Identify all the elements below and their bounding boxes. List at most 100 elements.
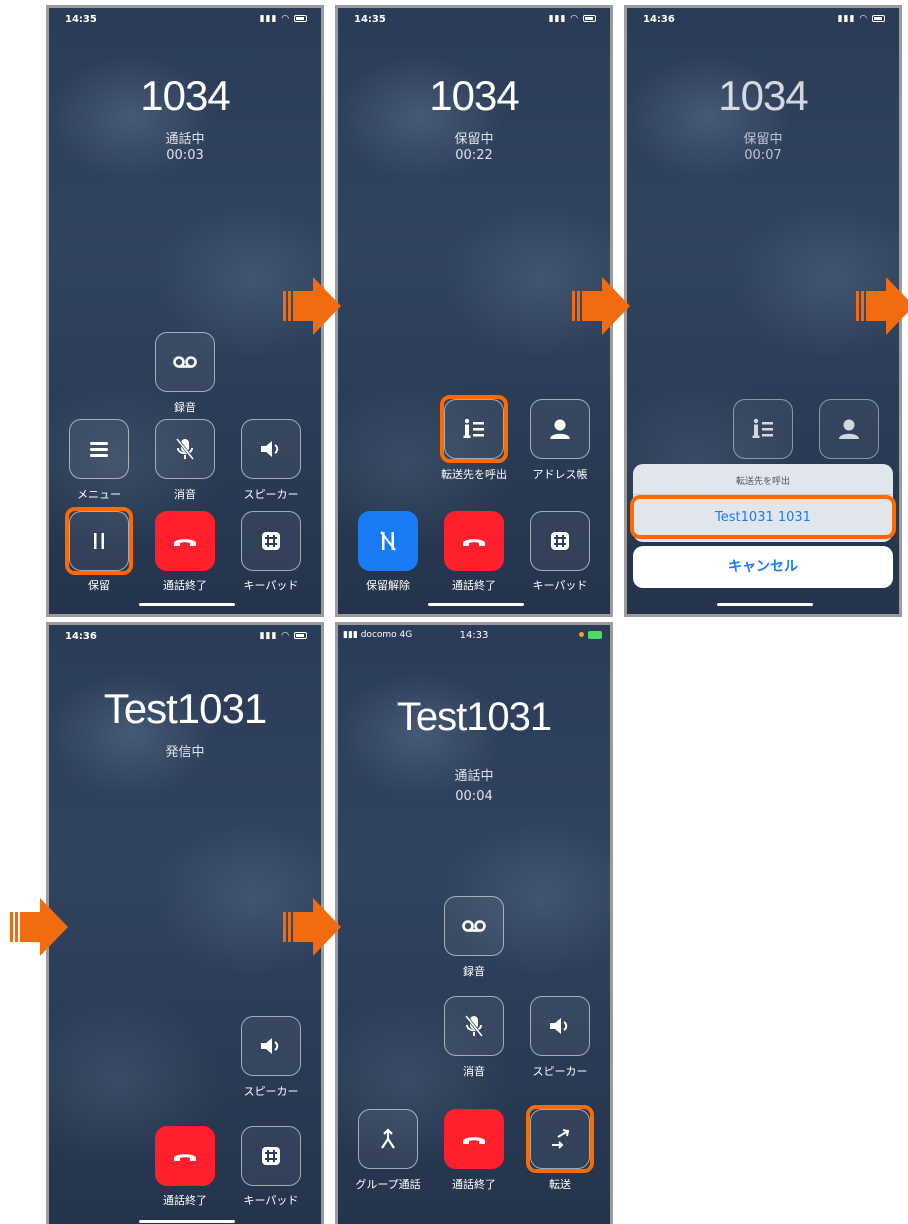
hang-up-icon: [460, 527, 488, 555]
keypad-label: キーパッド: [243, 1194, 299, 1207]
flow-arrow-icon: [572, 277, 630, 335]
battery-charging-icon: [579, 630, 602, 640]
status-time: 14:33: [459, 630, 489, 641]
menu-button[interactable]: [69, 419, 129, 479]
speaker-icon: [257, 435, 285, 463]
record-button[interactable]: [155, 332, 215, 392]
flow-arrow-icon: [283, 898, 341, 956]
mute-label: 消音: [174, 488, 196, 501]
end-call-button[interactable]: [155, 1126, 215, 1186]
record-label: 録音: [463, 965, 485, 978]
keypad-label: キーパッド: [532, 579, 588, 592]
call-timer: 00:22: [455, 148, 493, 163]
record-label: 録音: [174, 401, 196, 414]
callee-number: 1034: [718, 72, 808, 119]
highlight-hold: [65, 507, 133, 575]
merge-icon: [374, 1125, 402, 1153]
screen-connected: ▮▮▮ docomo 4G 14:33 Test1031 通話中 00:04 録…: [335, 622, 613, 1224]
end-call-label: 通話終了: [452, 1178, 496, 1191]
signal-wifi-battery-icon: ▮▮▮ ◠: [549, 14, 596, 24]
call-state: 発信中: [165, 745, 205, 760]
status-bar: 14:35 ▮▮▮ ◠: [338, 8, 610, 30]
status-bar: 14:36 ▮▮▮ ◠: [627, 8, 899, 30]
mute-button[interactable]: [444, 996, 504, 1056]
home-indicator[interactable]: [717, 603, 813, 606]
callee-name: Test1031: [396, 695, 552, 739]
record-button[interactable]: [444, 896, 504, 956]
menu-icon: [85, 435, 113, 463]
highlight-transfer-target: [440, 395, 508, 463]
address-book-label: アドレス帳: [532, 468, 588, 481]
keypad-icon: [257, 527, 285, 555]
status-time: 14:36: [65, 631, 97, 642]
flow-arrow-icon: [283, 277, 341, 335]
end-call-label: 通話終了: [163, 579, 207, 592]
home-indicator[interactable]: [428, 603, 524, 606]
signal-wifi-battery-icon: ▮▮▮ ◠: [260, 631, 307, 641]
highlight-transfer: [526, 1105, 594, 1173]
flow-arrow-icon: [856, 277, 908, 335]
hold-label: 保留: [88, 579, 110, 592]
contact-list-icon: [749, 415, 777, 443]
home-indicator[interactable]: [139, 1220, 235, 1223]
call-transfer-target-button: [733, 399, 793, 459]
call-timer: 00:04: [455, 789, 493, 804]
keypad-button[interactable]: [241, 1126, 301, 1186]
end-call-label: 通話終了: [163, 1194, 207, 1207]
signal-wifi-battery-icon: ▮▮▮ ◠: [838, 14, 885, 24]
keypad-icon: [546, 527, 574, 555]
call-state: 保留中: [454, 132, 494, 147]
group-call-button[interactable]: [358, 1109, 418, 1169]
callee-number: 1034: [140, 72, 230, 119]
speaker-icon: [257, 1032, 285, 1060]
signal-wifi-battery-icon: ▮▮▮ ◠: [260, 14, 307, 24]
call-state: 通話中: [165, 132, 205, 147]
hang-up-icon: [171, 527, 199, 555]
status-time: 14:35: [65, 14, 97, 25]
group-call-label: グループ通話: [355, 1178, 421, 1191]
transfer-label: 転送: [549, 1178, 571, 1191]
mute-label: 消音: [463, 1065, 485, 1078]
mute-button[interactable]: [155, 419, 215, 479]
speaker-label: スピーカー: [243, 1085, 299, 1098]
keypad-label: キーパッド: [243, 579, 299, 592]
unhold-button[interactable]: [358, 511, 418, 571]
call-state: 通話中: [454, 769, 494, 784]
speaker-label: スピーカー: [243, 488, 299, 501]
menu-label: メニュー: [77, 488, 121, 501]
callee-number: 1034: [429, 72, 519, 119]
speaker-button[interactable]: [241, 1016, 301, 1076]
call-transfer-target-label: 転送先を呼出: [441, 468, 507, 481]
speaker-label: スピーカー: [532, 1065, 588, 1078]
person-icon: [546, 415, 574, 443]
speaker-button[interactable]: [241, 419, 301, 479]
cancel-button[interactable]: キャンセル: [633, 546, 893, 588]
status-time: 14:36: [643, 14, 675, 25]
voicemail-icon: [171, 348, 199, 376]
keypad-button[interactable]: [241, 511, 301, 571]
person-icon: [835, 415, 863, 443]
end-call-button[interactable]: [155, 511, 215, 571]
hang-up-icon: [460, 1125, 488, 1153]
mic-off-icon: [171, 435, 199, 463]
home-indicator[interactable]: [139, 603, 235, 606]
hang-up-icon: [171, 1142, 199, 1170]
flow-arrow-icon: [10, 898, 68, 956]
keypad-icon: [257, 1142, 285, 1170]
address-book-button[interactable]: [530, 399, 590, 459]
voicemail-icon: [460, 912, 488, 940]
call-timer: 00:07: [744, 148, 782, 163]
unhold-icon: [374, 527, 402, 555]
status-bar: 14:35 ▮▮▮ ◠: [49, 8, 321, 30]
end-call-button[interactable]: [444, 511, 504, 571]
end-call-button[interactable]: [444, 1109, 504, 1169]
end-call-label: 通話終了: [452, 579, 496, 592]
status-time: 14:35: [354, 14, 386, 25]
call-state: 保留中: [743, 132, 783, 147]
action-sheet-title: 転送先を呼出: [735, 477, 790, 487]
call-timer: 00:03: [166, 148, 204, 163]
callee-name: Test1031: [103, 685, 267, 732]
speaker-button[interactable]: [530, 996, 590, 1056]
mic-off-icon: [460, 1012, 488, 1040]
keypad-button[interactable]: [530, 511, 590, 571]
